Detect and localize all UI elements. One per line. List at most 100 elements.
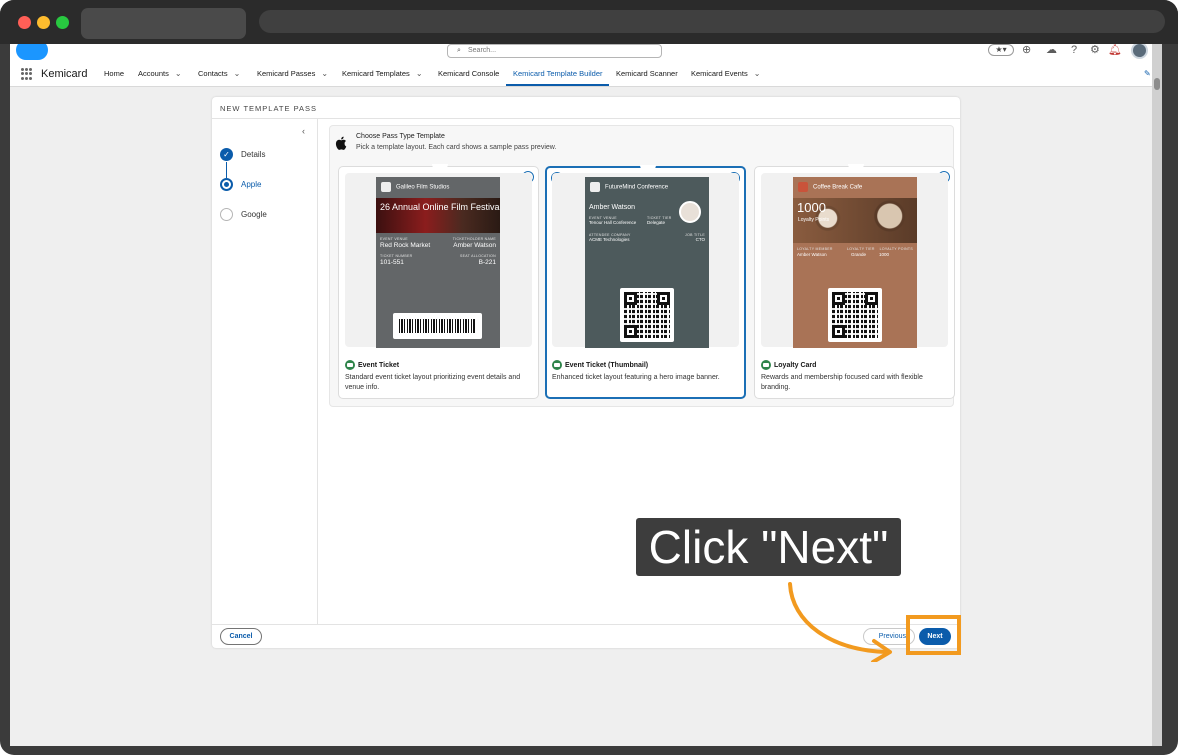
pass-preview-area: Galileo Film Studios 26 Annual Online Fi… <box>345 173 532 348</box>
close-window-button[interactable] <box>18 16 31 29</box>
pass-preview-area: FutureMind Conference Amber Watson EVENT… <box>552 173 739 348</box>
nav-item-kemicard-template-builder[interactable]: Kemicard Template Builder <box>513 69 603 78</box>
barcode <box>393 313 482 339</box>
template-name: Event Ticket (Thumbnail) <box>552 360 648 370</box>
pass-field-label: SEAT ALLOCATION <box>459 254 496 258</box>
step-label: Apple <box>241 180 262 189</box>
search-icon: ⌕ <box>457 47 461 54</box>
pass-field-value: CTO <box>695 237 705 242</box>
nav-item-kemicard-events[interactable]: Kemicard Events ⌄ <box>691 69 760 78</box>
step-details[interactable]: ✓ Details <box>220 148 316 162</box>
pass-logo <box>798 182 808 192</box>
cancel-button[interactable]: Cancel <box>220 628 262 645</box>
check-icon: ✓ <box>220 148 233 161</box>
favorites-icon[interactable]: ★▾ <box>988 44 1014 56</box>
template-card-event-ticket[interactable]: ◉ Galileo Film Studios 26 Annual Online … <box>338 164 539 399</box>
pass-primary-value: Amber Watson <box>589 204 636 211</box>
user-avatar[interactable] <box>1131 44 1148 59</box>
card-notch <box>432 164 448 170</box>
app-nav-bar: Kemicard Home Accounts ⌄ Contacts ⌄ Kemica… <box>10 62 1162 87</box>
pass-preview-area: Coffee Break Cafe 1000 Loyalty Points LO… <box>761 173 948 348</box>
salesforce-logo <box>16 44 48 60</box>
minimize-window-button[interactable] <box>37 16 50 29</box>
nav-item-accounts[interactable]: Accounts ⌄ <box>138 69 182 78</box>
pass-field-value: ACME Technologies <box>589 237 630 242</box>
pass-field-value: Amber Watson <box>797 252 827 257</box>
chevron-down-icon[interactable]: ⌄ <box>754 69 761 78</box>
pass-header: FutureMind Conference <box>590 182 668 192</box>
app-name: Kemicard <box>41 68 88 80</box>
scrollbar-thumb[interactable] <box>1154 78 1160 90</box>
arrow-icon <box>788 582 892 662</box>
chevron-down-icon[interactable]: ⌄ <box>175 69 182 78</box>
chevron-down-icon[interactable]: ⌄ <box>321 69 328 78</box>
app-launcher-icon[interactable] <box>21 68 33 80</box>
step-google[interactable]: Google <box>220 208 316 222</box>
pass-strip-image: 1000 Loyalty Points <box>793 198 917 243</box>
address-bar[interactable] <box>259 10 1165 33</box>
pass-preview: FutureMind Conference Amber Watson EVENT… <box>585 177 709 348</box>
step-connector <box>226 162 227 178</box>
scrollbar[interactable] <box>1152 44 1162 746</box>
pass-field-label: EVENT VENUE <box>380 237 408 241</box>
pass-header: Coffee Break Cafe <box>798 182 862 192</box>
global-search-input[interactable]: ⌕ Search... <box>447 44 662 58</box>
pass-field-value: 101-551 <box>380 259 404 266</box>
pass-field-label: TICKET NUMBER <box>380 254 413 258</box>
card-notch <box>848 164 864 170</box>
browser-tab[interactable] <box>81 8 246 39</box>
template-card-loyalty-card[interactable]: ◉ Coffee Break Cafe 1000 Loyalty Points … <box>754 164 955 399</box>
maximize-window-button[interactable] <box>56 16 69 29</box>
nav-item-kemicard-templates[interactable]: Kemicard Templates ⌄ <box>342 69 423 78</box>
pass-logo <box>381 182 391 192</box>
pass-field-value: Grande <box>851 252 867 257</box>
nav-item-contacts[interactable]: Contacts ⌄ <box>198 69 240 78</box>
template-chooser: Choose Pass Type Template Pick a templat… <box>329 125 955 407</box>
nav-item-kemicard-scanner[interactable]: Kemicard Scanner <box>616 69 678 78</box>
pass-field-value: B-221 <box>478 259 496 266</box>
template-card-event-ticket-thumbnail[interactable]: ✓ ◉ FutureMind Conference Amber Watson E… <box>545 165 746 399</box>
pass-field-value: Delegate <box>647 220 666 225</box>
apple-icon <box>335 136 347 153</box>
collapse-chevron-icon[interactable]: ‹ <box>302 126 305 136</box>
help-icon[interactable]: ? <box>1071 44 1077 56</box>
pass-strip-text: 26 Annual Online Film Festival <box>380 202 500 212</box>
ticket-icon <box>761 360 771 370</box>
next-button-highlight <box>906 615 961 655</box>
qr-code <box>620 288 674 342</box>
attendee-photo <box>679 201 701 223</box>
nav-item-kemicard-passes[interactable]: Kemicard Passes ⌄ <box>257 69 328 78</box>
pass-preview: Coffee Break Cafe 1000 Loyalty Points LO… <box>793 177 917 348</box>
pass-field-value: Red Rock Market <box>380 242 431 249</box>
nav-item-kemicard-console[interactable]: Kemicard Console <box>438 69 499 78</box>
nav-item-home[interactable]: Home <box>104 69 124 78</box>
gear-icon[interactable]: ⚙ <box>1090 44 1100 56</box>
qr-code <box>828 288 882 342</box>
active-tab-indicator <box>506 84 609 86</box>
step-apple[interactable]: Apple <box>220 178 316 192</box>
card-title: NEW TEMPLATE PASS <box>220 104 318 113</box>
progress-steps-panel: ‹ ✓ Details Apple Google <box>212 119 318 624</box>
pass-field-value: Tenour Hall Conference <box>589 220 637 225</box>
pass-header: Galileo Film Studios <box>381 182 449 192</box>
chevron-down-icon[interactable]: ⌄ <box>234 69 241 78</box>
pass-strip-image: 26 Annual Online Film Festival <box>376 198 500 233</box>
pass-strip-small: Loyalty Points <box>798 217 830 223</box>
pass-preview: Galileo Film Studios 26 Annual Online Fi… <box>376 177 500 348</box>
pass-field-label: TICKETHOLDER NAME <box>452 237 496 241</box>
pending-step-icon <box>220 208 233 221</box>
browser-window: ⌕ Search... ★▾ ⊕ ☁ ? ⚙ 🔔︎ Kemicard Home … <box>0 0 1178 755</box>
template-description: Standard event ticket layout prioritizin… <box>345 374 521 391</box>
card-notch <box>640 165 656 171</box>
add-icon[interactable]: ⊕ <box>1022 44 1031 56</box>
pass-field-label: LOYALTY TIER <box>847 247 875 251</box>
chevron-down-icon[interactable]: ⌄ <box>416 69 423 78</box>
pass-logo <box>590 182 600 192</box>
browser-titlebar <box>0 0 1178 44</box>
instruction-callout: Click "Next" <box>636 518 901 576</box>
page-content: ⌕ Search... ★▾ ⊕ ☁ ? ⚙ 🔔︎ Kemicard Home … <box>10 44 1162 746</box>
ticket-icon <box>345 360 355 370</box>
edit-nav-icon[interactable]: ✎ <box>1144 69 1151 78</box>
bell-icon[interactable]: 🔔︎ <box>1108 44 1122 56</box>
trailhead-icon[interactable]: ☁ <box>1046 44 1057 56</box>
